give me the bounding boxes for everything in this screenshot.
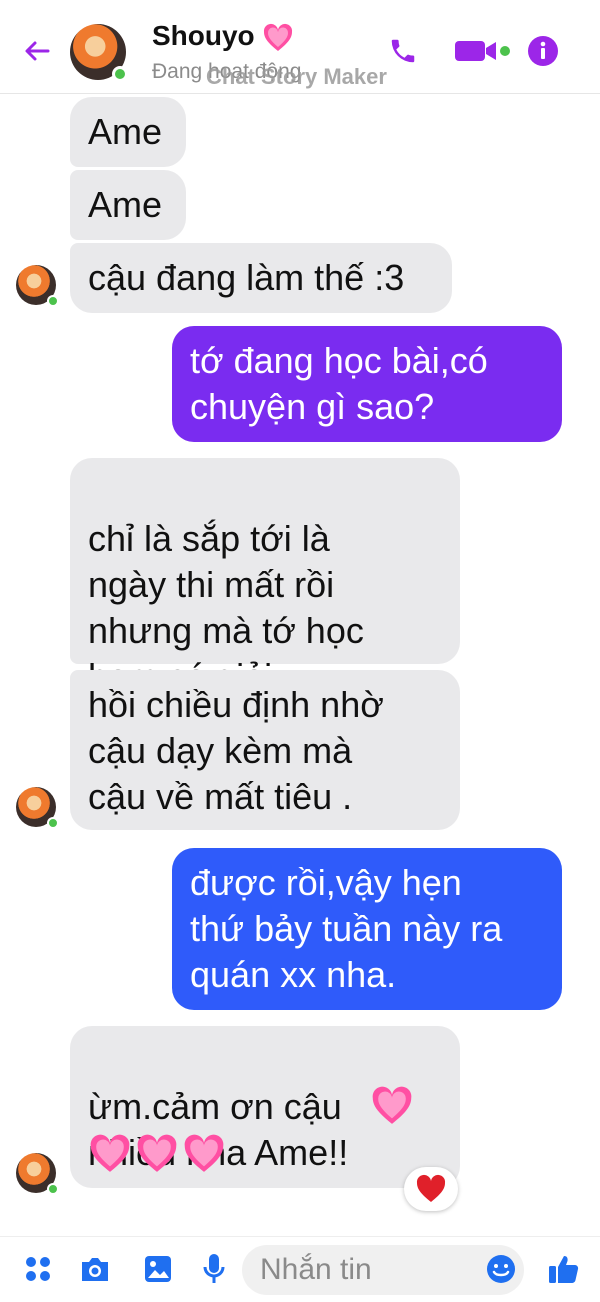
- contact-name-text: Shouyo: [152, 20, 255, 51]
- pink-heart-icon: [90, 1134, 130, 1172]
- online-indicator: [47, 817, 59, 829]
- red-heart-icon: [416, 1174, 446, 1202]
- message-incoming[interactable]: Ame: [70, 97, 186, 167]
- pink-heart-icon: [372, 1086, 412, 1124]
- contact-avatar-small[interactable]: [16, 1153, 59, 1195]
- composer-bar: [0, 1236, 600, 1302]
- back-arrow-icon[interactable]: [20, 34, 54, 68]
- pink-heart-icon: [264, 23, 293, 51]
- contact-avatar-small[interactable]: [16, 787, 59, 829]
- like-icon[interactable]: [546, 1251, 582, 1287]
- message-input[interactable]: [242, 1245, 524, 1295]
- chat-header: Shouyo Đang hoạt động Chat Story Maker: [0, 0, 600, 94]
- online-indicator: [47, 295, 59, 307]
- contact-avatar[interactable]: [70, 24, 128, 82]
- pink-heart-icon: [184, 1134, 224, 1172]
- camera-icon[interactable]: [77, 1251, 113, 1287]
- microphone-icon[interactable]: [196, 1251, 232, 1287]
- heart-reaction[interactable]: [404, 1167, 458, 1211]
- message-incoming[interactable]: hồi chiều định nhờ cậu dạy kèm mà cậu về…: [70, 670, 460, 830]
- watermark-text: Chat Story Maker: [206, 64, 387, 89]
- video-camera-icon[interactable]: [452, 34, 512, 68]
- message-incoming[interactable]: chỉ là sắp tới là ngày thi mất rồi nhưng…: [70, 458, 460, 786]
- message-outgoing[interactable]: được rồi,vậy hẹn thứ bảy tuần này ra quá…: [172, 848, 562, 1010]
- phone-icon[interactable]: [386, 34, 420, 68]
- contact-avatar-small[interactable]: [16, 265, 59, 307]
- online-indicator: [47, 1183, 59, 1195]
- apps-icon[interactable]: [20, 1251, 56, 1287]
- emoji-icon[interactable]: [483, 1251, 519, 1287]
- gallery-icon[interactable]: [140, 1251, 176, 1287]
- online-indicator: [112, 66, 128, 82]
- message-list[interactable]: Ame Ame cậu đang làm thế :3 tớ đang học …: [0, 95, 600, 1233]
- info-icon[interactable]: [526, 34, 560, 68]
- contact-name[interactable]: Shouyo: [152, 20, 294, 53]
- message-incoming[interactable]: cậu đang làm thế :3: [70, 243, 452, 313]
- message-outgoing[interactable]: tớ đang học bài,có chuyện gì sao?: [172, 326, 562, 442]
- message-incoming[interactable]: Ame: [70, 170, 186, 240]
- pink-heart-icon: [137, 1134, 177, 1172]
